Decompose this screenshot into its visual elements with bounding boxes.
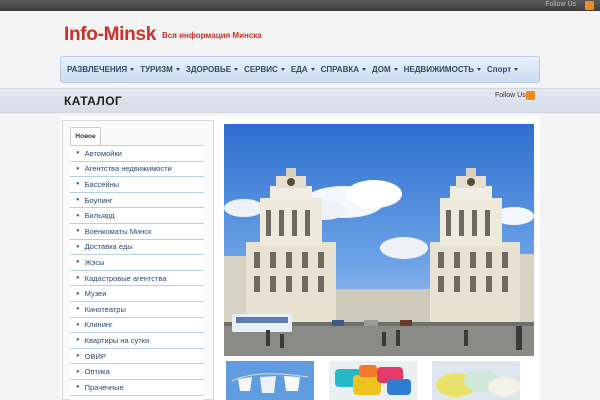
nav-item-health[interactable]: ЗДОРОВЬЕ bbox=[186, 65, 239, 74]
page-title: КАТАЛОГ bbox=[64, 94, 123, 108]
nav-item-food[interactable]: ЕДА bbox=[291, 65, 315, 74]
site-logo[interactable]: Info-Minsk bbox=[64, 24, 156, 46]
bullet-icon: ● bbox=[76, 275, 80, 282]
chevron-down-icon bbox=[130, 68, 135, 71]
chevron-down-icon bbox=[393, 68, 398, 71]
list-item[interactable]: ● Кадастровые агентства bbox=[70, 271, 204, 287]
bullet-icon: ● bbox=[76, 259, 80, 266]
bullet-icon: ● bbox=[76, 165, 80, 172]
hero-image[interactable] bbox=[224, 124, 534, 356]
chevron-down-icon bbox=[310, 68, 315, 71]
chevron-down-icon bbox=[514, 68, 519, 71]
follow-us-link[interactable]: Follow Us bbox=[545, 1, 576, 8]
chevron-down-icon bbox=[175, 68, 180, 71]
top-bar: Follow Us bbox=[0, 0, 600, 11]
list-item[interactable]: ● Квартиры на сутки bbox=[70, 333, 204, 349]
list-item[interactable]: ● Оптика bbox=[70, 364, 204, 380]
bullet-icon: ● bbox=[76, 197, 80, 204]
bullet-icon: ● bbox=[76, 181, 80, 188]
list-item[interactable]: ● ОВИР bbox=[70, 349, 204, 365]
bullet-icon: ● bbox=[76, 321, 80, 328]
bullet-icon: ● bbox=[76, 212, 80, 219]
list-item[interactable]: ● Агентства недвижимости bbox=[70, 162, 204, 178]
nav-item-tourism[interactable]: ТУРИЗМ bbox=[140, 65, 180, 74]
list-item[interactable]: ● Музеи bbox=[70, 286, 204, 302]
list-item[interactable]: ● Жэсы bbox=[70, 255, 204, 271]
bullet-icon: ● bbox=[76, 150, 80, 157]
page-title-bar: КАТАЛОГ Follow Us bbox=[0, 88, 600, 113]
list-item[interactable]: ● Бильярд bbox=[70, 208, 204, 224]
site-tagline: Вся информация Минска bbox=[162, 31, 262, 40]
list-item[interactable]: ● Доставка еды bbox=[70, 240, 204, 256]
follow-us-link[interactable]: Follow Us bbox=[495, 92, 526, 99]
thumbnail-pillows[interactable] bbox=[432, 361, 520, 400]
rss-icon[interactable] bbox=[585, 1, 594, 10]
bullet-icon: ● bbox=[76, 337, 80, 344]
chevron-down-icon bbox=[477, 68, 482, 71]
bullet-icon: ● bbox=[76, 368, 80, 375]
nav-item-real-estate[interactable]: НЕДВИЖИМОСТЬ bbox=[404, 65, 482, 74]
list-item[interactable]: ● Автомойки bbox=[70, 146, 204, 162]
bullet-icon: ● bbox=[76, 228, 80, 235]
thumbnail-laundry[interactable] bbox=[226, 361, 314, 400]
thumbnail-sponges[interactable] bbox=[329, 361, 417, 400]
tab-new[interactable]: Новое bbox=[70, 127, 101, 145]
list-item[interactable]: ● Прачечные bbox=[70, 380, 204, 396]
nav-item-home[interactable]: ДОМ bbox=[372, 65, 398, 74]
list-item[interactable]: ● Боулинг bbox=[70, 193, 204, 209]
chevron-down-icon bbox=[234, 68, 239, 71]
list-item[interactable]: ● Бассейны bbox=[70, 177, 204, 193]
bullet-icon: ● bbox=[76, 243, 80, 250]
bullet-icon: ● bbox=[76, 306, 80, 313]
bullet-icon: ● bbox=[76, 384, 80, 391]
list-item[interactable]: ● Клининг bbox=[70, 318, 204, 334]
rss-icon[interactable] bbox=[526, 91, 535, 100]
chevron-down-icon bbox=[280, 68, 285, 71]
nav-item-service[interactable]: СЕРВИС bbox=[244, 65, 285, 74]
list-item[interactable]: ● Военкоматы Минск bbox=[70, 224, 204, 240]
bullet-icon: ● bbox=[76, 353, 80, 360]
nav-item-sport[interactable]: Спорт bbox=[487, 65, 519, 74]
chevron-down-icon bbox=[362, 68, 367, 71]
nav-item-reference[interactable]: СПРАВКА bbox=[321, 65, 367, 74]
bullet-icon: ● bbox=[76, 290, 80, 297]
main-nav: РАЗВЛЕЧЕНИЯ ТУРИЗМ ЗДОРОВЬЕ СЕРВИС ЕДА С… bbox=[60, 56, 540, 83]
list-item[interactable]: ● Кинотеатры bbox=[70, 302, 204, 318]
nav-item-entertainment[interactable]: РАЗВЛЕЧЕНИЯ bbox=[67, 65, 135, 74]
catalog-list: ● Автомойки ● Агентства недвижимости ● Басс… bbox=[70, 145, 204, 400]
